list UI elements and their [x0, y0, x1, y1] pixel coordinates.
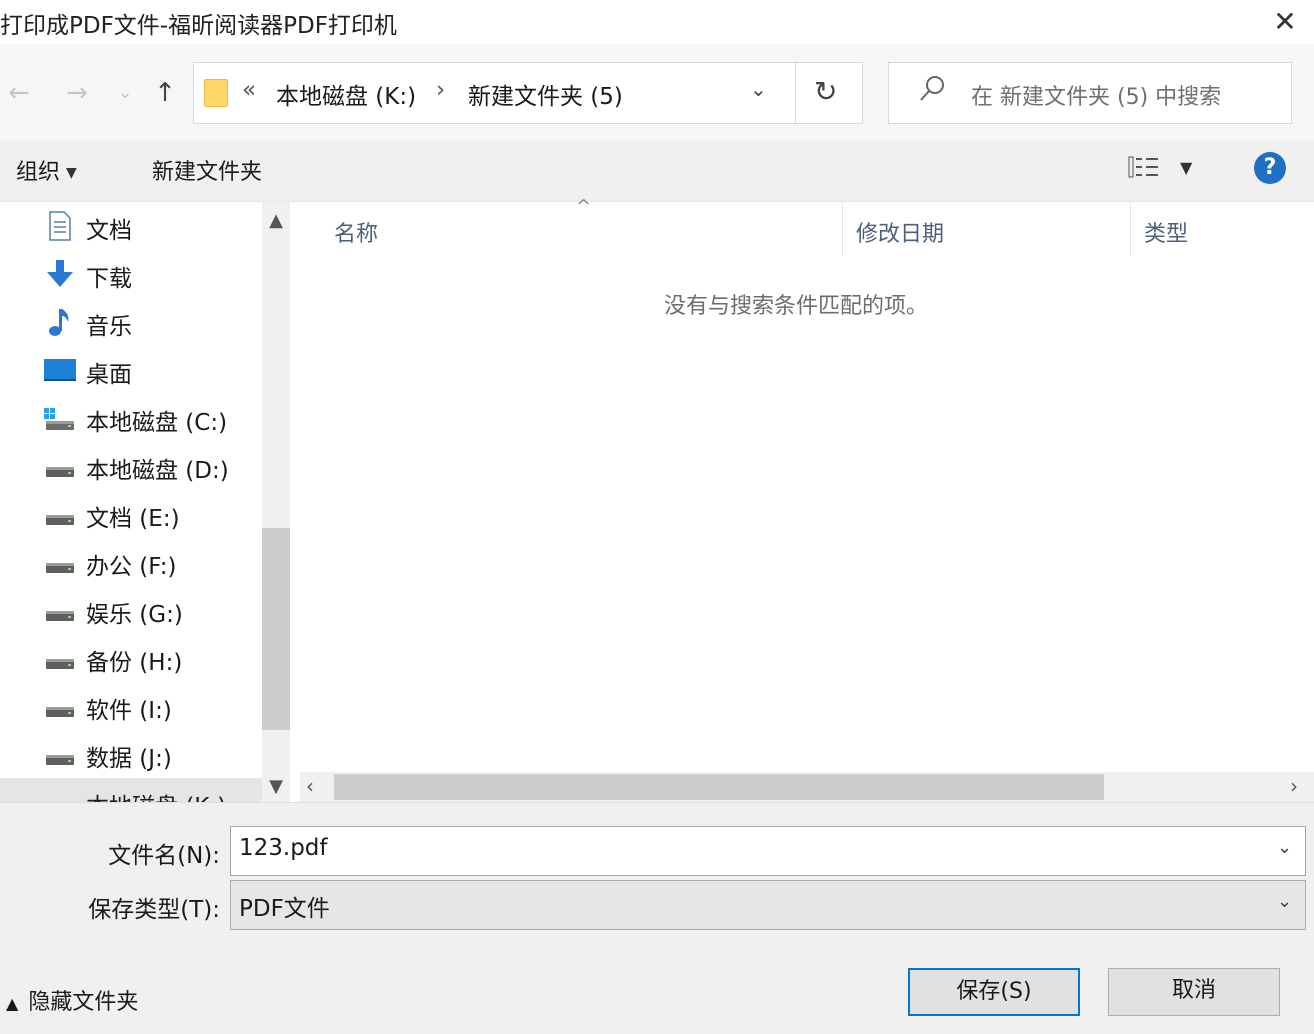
folder-icon: [204, 79, 228, 107]
empty-results-message: 没有与搜索条件匹配的项。: [664, 294, 929, 319]
sidebar-item-drive-i[interactable]: 软件 (I:): [0, 682, 262, 730]
sidebar-item-downloads[interactable]: 下载: [0, 250, 262, 298]
hide-folders-toggle[interactable]: ▲ 隐藏文件夹: [6, 984, 138, 1016]
download-icon: [47, 260, 73, 287]
sidebar-item-drive-f[interactable]: 办公 (F:): [0, 538, 262, 586]
sidebar-item-drive-j[interactable]: 数据 (J:): [0, 730, 262, 778]
sidebar-item-music[interactable]: 音乐: [0, 298, 262, 346]
drive-icon: [46, 755, 74, 765]
forward-arrow-icon[interactable]: →: [62, 76, 92, 110]
sidebar-item-drive-g[interactable]: 娱乐 (G:): [0, 586, 262, 634]
sidebar-item-label: 文档: [86, 218, 132, 244]
drive-icon: [46, 563, 74, 573]
organize-button[interactable]: 组织 ▼: [16, 154, 77, 186]
sidebar-item-label: 桌面: [86, 362, 132, 388]
filename-label: 文件名(N):: [108, 843, 220, 869]
sidebar-item-drive-c[interactable]: 本地磁盘 (C:): [0, 394, 262, 442]
sidebar-item-label: 本地磁盘 (K:): [86, 787, 226, 802]
sidebar-item-label: 音乐: [86, 314, 132, 340]
music-icon: [49, 309, 69, 336]
filename-value[interactable]: 123.pdf: [239, 835, 328, 861]
hide-folders-label: 隐藏文件夹: [28, 990, 139, 1015]
drive-icon: [44, 786, 76, 802]
back-arrow-icon[interactable]: ←: [4, 76, 34, 110]
search-icon: [919, 75, 945, 110]
organize-label: 组织: [16, 160, 61, 185]
close-icon[interactable]: ✕: [1262, 4, 1308, 40]
refresh-icon[interactable]: ↻: [814, 75, 837, 108]
sidebar-item-desktop[interactable]: 桌面: [0, 346, 262, 394]
view-options-icon[interactable]: [1128, 156, 1160, 178]
filetype-select[interactable]: PDF文件 ⌄: [230, 880, 1306, 930]
breadcrumb-separator-icon[interactable]: ›: [436, 77, 445, 103]
sort-ascending-icon: ^: [576, 196, 592, 217]
sidebar-item-label: 软件 (I:): [86, 698, 172, 724]
breadcrumb-segment[interactable]: 新建文件夹 (5): [468, 77, 623, 111]
scroll-right-icon[interactable]: ›: [1290, 774, 1298, 798]
drive-icon: [46, 707, 74, 717]
scrollbar-thumb[interactable]: [262, 528, 290, 730]
sidebar-item-label: 本地磁盘 (C:): [86, 410, 228, 436]
scroll-left-icon[interactable]: ‹: [306, 774, 314, 798]
new-folder-button[interactable]: 新建文件夹: [152, 154, 262, 186]
sidebar-item-label: 备份 (H:): [86, 650, 183, 676]
scrollbar-thumb[interactable]: [334, 774, 1104, 800]
desktop-icon: [44, 359, 76, 381]
recent-locations-chevron-icon[interactable]: ⌄: [110, 76, 140, 110]
sidebar-item-documents[interactable]: 文档: [0, 202, 262, 250]
column-divider[interactable]: [1130, 202, 1131, 256]
column-header-type[interactable]: 类型: [1144, 216, 1188, 248]
address-dropdown-chevron-icon[interactable]: ⌄: [750, 77, 767, 101]
caret-down-icon: ▼: [66, 165, 77, 181]
file-list: ^ 名称 修改日期 类型 没有与搜索条件匹配的项。: [290, 196, 1314, 772]
drive-icon: [46, 515, 74, 525]
save-button[interactable]: 保存(S): [908, 968, 1080, 1016]
column-header-name[interactable]: 名称: [334, 216, 378, 248]
sidebar-item-label: 下载: [86, 266, 132, 292]
search-input[interactable]: 在 新建文件夹 (5) 中搜索: [971, 79, 1221, 111]
cancel-button[interactable]: 取消: [1108, 968, 1280, 1016]
navigation-pane: 文档 下载 音乐 桌面 本地磁盘 (C:) 本地磁盘 (D:) 文档 (E:) …: [0, 202, 262, 802]
view-options-caret-icon[interactable]: ▼: [1180, 158, 1192, 177]
help-icon[interactable]: ?: [1254, 152, 1286, 184]
breadcrumb-overflow[interactable]: «: [242, 77, 256, 103]
chevron-up-icon: ▲: [6, 994, 19, 1013]
drive-icon: [46, 611, 74, 621]
chevron-down-icon[interactable]: ⌄: [1277, 837, 1292, 858]
column-header-date[interactable]: 修改日期: [856, 216, 944, 248]
sidebar-item-label: 娱乐 (G:): [86, 602, 183, 628]
file-list-scrollbar[interactable]: ‹ ›: [300, 772, 1314, 802]
sidebar-item-label: 数据 (J:): [86, 746, 172, 772]
scroll-down-icon[interactable]: ▼: [262, 776, 290, 797]
document-icon: [49, 211, 71, 241]
address-divider: [795, 63, 796, 123]
column-divider[interactable]: [842, 202, 843, 256]
drive-icon: [46, 659, 74, 669]
sidebar-item-drive-k[interactable]: 本地磁盘 (K:): [0, 778, 262, 802]
filename-field[interactable]: 123.pdf ⌄: [230, 826, 1306, 876]
sidebar-item-label: 文档 (E:): [86, 506, 180, 532]
sidebar-item-label: 办公 (F:): [86, 554, 177, 580]
window-title: 打印成PDF文件-福昕阅读器PDF打印机: [0, 13, 397, 39]
sidebar-item-drive-d[interactable]: 本地磁盘 (D:): [0, 442, 262, 490]
address-bar[interactable]: « 本地磁盘 (K:) › 新建文件夹 (5) ⌄ ↻: [193, 62, 863, 124]
title-bar: 打印成PDF文件-福昕阅读器PDF打印机 ✕: [0, 0, 1314, 44]
scroll-up-icon[interactable]: ▲: [262, 210, 290, 231]
filetype-label: 保存类型(T):: [88, 897, 220, 923]
sidebar-scrollbar[interactable]: ▲ ▼: [262, 202, 290, 802]
chevron-down-icon[interactable]: ⌄: [1277, 891, 1292, 912]
sidebar-item-drive-h[interactable]: 备份 (H:): [0, 634, 262, 682]
filetype-value: PDF文件: [239, 896, 330, 922]
search-box[interactable]: 在 新建文件夹 (5) 中搜索: [888, 62, 1292, 124]
up-arrow-icon[interactable]: ↑: [150, 76, 180, 110]
drive-icon: [46, 467, 74, 477]
sidebar-item-drive-e[interactable]: 文档 (E:): [0, 490, 262, 538]
system-drive-icon: [44, 408, 74, 430]
sidebar-item-label: 本地磁盘 (D:): [86, 458, 229, 484]
breadcrumb-segment[interactable]: 本地磁盘 (K:): [276, 77, 416, 111]
